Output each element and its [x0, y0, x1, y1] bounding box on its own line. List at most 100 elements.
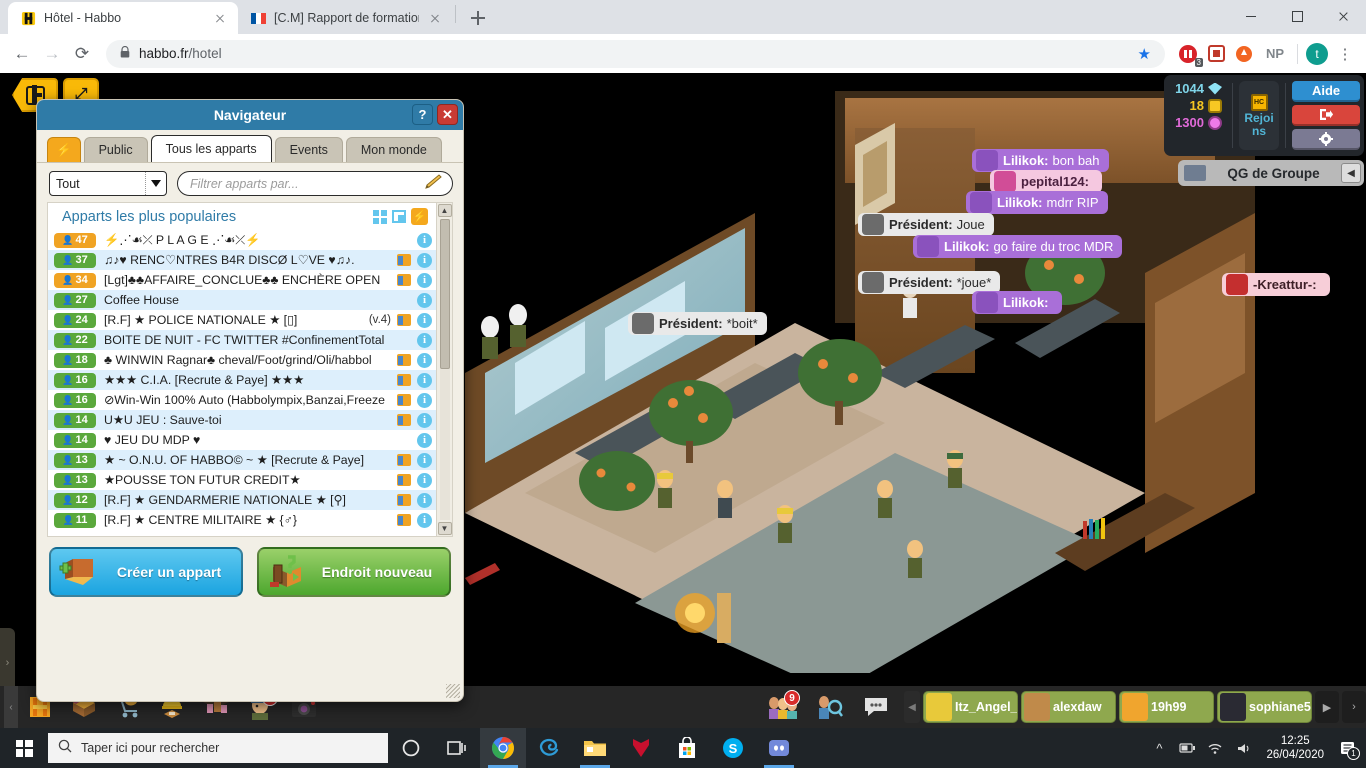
info-icon[interactable]: i: [417, 332, 432, 348]
start-button[interactable]: [0, 728, 48, 768]
friend-chip[interactable]: 19h99: [1119, 691, 1214, 723]
table-row[interactable]: 👤 12 [R.F] ★ GENDARMERIE NATIONALE ★ [⚲] i: [48, 490, 436, 510]
extension-calendar-icon[interactable]: [1203, 41, 1229, 67]
chat-bubble[interactable]: Président: *boit*: [628, 312, 767, 335]
bolt-icon[interactable]: ⚡: [411, 208, 428, 225]
info-icon[interactable]: i: [417, 452, 432, 468]
notification-center-button[interactable]: 1: [1334, 728, 1362, 768]
info-icon[interactable]: i: [417, 232, 432, 248]
chat-bubble[interactable]: Lilikok: mdrr RIP: [966, 191, 1108, 214]
group-collapse-button[interactable]: ◀: [1341, 163, 1361, 183]
friend-chip[interactable]: sophiane59510: [1217, 691, 1312, 723]
info-icon[interactable]: i: [417, 392, 432, 408]
microsoft-store-icon[interactable]: [664, 728, 710, 768]
friends-prev-button[interactable]: ◀: [904, 691, 920, 723]
info-icon[interactable]: i: [417, 412, 432, 428]
taskbar-search-input[interactable]: Taper ici pour rechercher: [48, 733, 388, 763]
chat-bubble[interactable]: Lilikok:: [972, 291, 1062, 314]
info-icon[interactable]: i: [417, 472, 432, 488]
table-row[interactable]: 👤 37 ♫♪♥ RENC♡NTRES B4R DISCØ L♡VE ♥♫♪. i: [48, 250, 436, 270]
logout-button[interactable]: [1292, 105, 1360, 126]
info-icon[interactable]: i: [417, 492, 432, 508]
info-icon[interactable]: i: [417, 252, 432, 268]
toolbar-collapse-button[interactable]: ‹: [4, 686, 18, 728]
chat-bubble[interactable]: Président: Joue: [858, 213, 994, 236]
table-row[interactable]: 👤 13 ★ ~ O.N.U. OF HABBO© ~ ★ [Recrute & P…: [48, 450, 436, 470]
card-view-icon[interactable]: [392, 210, 406, 223]
table-row[interactable]: 👤 24 [R.F] ★ POLICE NATIONALE ★ [▯] (v.4) i: [48, 310, 436, 330]
tab-close-icon[interactable]: [427, 10, 443, 26]
tab-events[interactable]: Events: [274, 137, 343, 162]
extension-np-icon[interactable]: NP: [1259, 41, 1291, 67]
info-icon[interactable]: i: [417, 312, 432, 328]
info-icon[interactable]: i: [417, 372, 432, 388]
table-row[interactable]: 👤 22 BOITE DE NUIT - FC TWITTER #Confineme…: [48, 330, 436, 350]
wifi-icon[interactable]: [1202, 728, 1228, 768]
room-list[interactable]: Apparts les plus populaires ⚡ 👤 47 ⚡⋰☙⤫ P …: [48, 203, 436, 536]
grid-view-icon[interactable]: [373, 209, 387, 224]
navigator-resize-handle[interactable]: [446, 684, 460, 698]
task-view-icon[interactable]: [434, 728, 480, 768]
friends-icon[interactable]: 9: [760, 686, 804, 728]
table-row[interactable]: 👤 14 U★U JEU : Sauve-toi i: [48, 410, 436, 430]
scroll-up-button[interactable]: ▲: [437, 204, 452, 217]
currency-duckets[interactable]: 18: [1170, 98, 1222, 113]
group-hq-bar[interactable]: QG de Groupe ◀: [1178, 160, 1364, 186]
tab-public[interactable]: Public: [83, 137, 148, 162]
taskbar-clock[interactable]: 12:25 26/04/2020: [1258, 734, 1332, 762]
bookmark-star-icon[interactable]: ★: [1138, 45, 1151, 63]
volume-icon[interactable]: [1230, 728, 1256, 768]
tab-close-icon[interactable]: [212, 10, 228, 26]
settings-button[interactable]: [1292, 129, 1360, 150]
friend-chip[interactable]: alexdaw: [1021, 691, 1116, 723]
info-icon[interactable]: i: [417, 512, 432, 528]
table-row[interactable]: 👤 11 [R.F] ★ CENTRE MILITAIRE ★ {♂} i: [48, 510, 436, 530]
chrome-icon[interactable]: [480, 728, 526, 768]
discord-icon[interactable]: [756, 728, 802, 768]
chevron-up-icon[interactable]: ^: [1146, 728, 1172, 768]
friend-search-icon[interactable]: [807, 686, 851, 728]
battery-icon[interactable]: [1174, 728, 1200, 768]
table-row[interactable]: 👤 27 Coffee House i: [48, 290, 436, 310]
address-bar[interactable]: habbo.fr/hotel ★: [106, 39, 1165, 68]
search-input[interactable]: Filtrer apparts par...: [177, 171, 453, 196]
extension-adblock-icon[interactable]: 3: [1175, 41, 1203, 67]
left-panel-toggle[interactable]: ›: [0, 628, 15, 686]
help-button[interactable]: Aide: [1292, 81, 1360, 102]
cortana-icon[interactable]: [388, 728, 434, 768]
file-explorer-icon[interactable]: [572, 728, 618, 768]
table-row[interactable]: 👤 16 ⊘Win-Win 100% Auto (Habbolympix,Banza…: [48, 390, 436, 410]
navigator-help-button[interactable]: ?: [412, 104, 433, 125]
navigator-titlebar[interactable]: Navigateur ? ✕: [37, 100, 463, 130]
scroll-thumb[interactable]: [439, 219, 450, 369]
chat-bubble[interactable]: Lilikok: bon bah: [972, 149, 1109, 172]
info-icon[interactable]: i: [417, 272, 432, 288]
navigator-close-button[interactable]: ✕: [437, 104, 458, 125]
table-row[interactable]: 👤 34 [Lgt]♣♣AFFAIRE_CONCLUE♣♣ ENCHÈRE OPEN…: [48, 270, 436, 290]
new-tab-button[interactable]: [464, 4, 492, 32]
window-maximize-button[interactable]: [1274, 0, 1320, 32]
friends-next-button[interactable]: ▶: [1315, 691, 1339, 723]
navigator-window[interactable]: Navigateur ? ✕ ⚡ Public Tous les apparts…: [36, 99, 464, 702]
skype-icon[interactable]: S: [710, 728, 756, 768]
table-row[interactable]: 👤 18 ♣ WINWIN Ragnar♣ cheval/Foot/grind/Ol…: [48, 350, 436, 370]
browser-tab-habbo[interactable]: Hôtel - Habbo: [8, 2, 238, 34]
currency-pixels[interactable]: 1300: [1170, 115, 1222, 130]
friend-chip[interactable]: Itz_Angel_Tige: [923, 691, 1018, 723]
extension-orange-icon[interactable]: [1231, 41, 1257, 67]
window-close-button[interactable]: [1320, 0, 1366, 32]
info-icon[interactable]: i: [417, 292, 432, 308]
table-row[interactable]: 👤 16 ★★★ C.I.A. [Recrute & Paye] ★★★ i: [48, 370, 436, 390]
browser-tab-rapport[interactable]: [C.M] Rapport de formation de k: [238, 2, 453, 34]
scroll-down-button[interactable]: ▼: [437, 522, 452, 535]
profile-avatar[interactable]: t: [1304, 41, 1330, 67]
category-select[interactable]: Tout: [49, 171, 167, 196]
window-minimize-button[interactable]: [1228, 0, 1274, 32]
browser-menu-button[interactable]: ⋮: [1332, 41, 1358, 67]
info-icon[interactable]: i: [417, 352, 432, 368]
create-room-button[interactable]: Créer un appart: [49, 547, 243, 597]
hc-join-button[interactable]: HC Rejoi ns: [1238, 81, 1280, 150]
table-row[interactable]: 👤 47 ⚡⋰☙⤫ P L A G E ⋰☙⤫⚡ i: [48, 230, 436, 250]
room-list-scrollbar[interactable]: ▲ ▼: [436, 203, 452, 536]
mcafee-icon[interactable]: [618, 728, 664, 768]
